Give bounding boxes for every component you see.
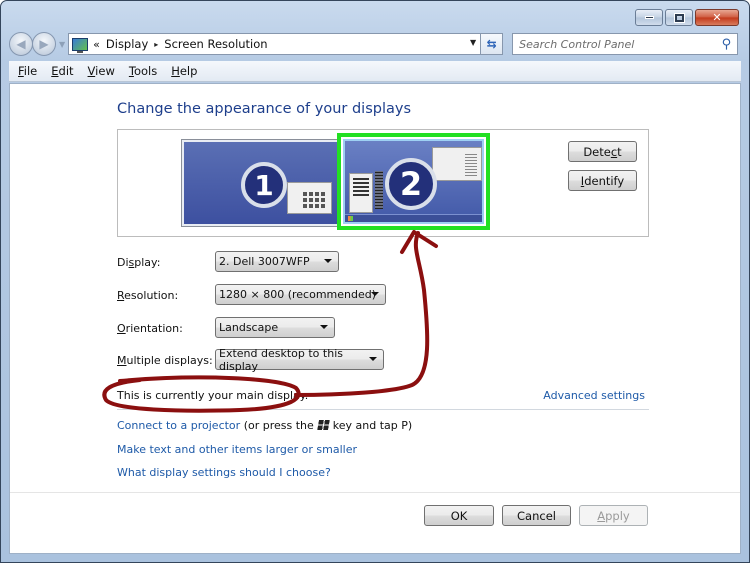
identify-button[interactable]: Identify (568, 170, 637, 191)
orientation-label: Orientation: (117, 322, 183, 335)
menu-tools[interactable]: Tools (129, 64, 157, 78)
address-bar[interactable]: « Display ▸ Screen Resolution ▼ (68, 33, 482, 55)
menu-bar: File Edit View Tools Help (9, 61, 741, 82)
display-label: Display: (117, 256, 161, 269)
window-controls: ✕ (635, 9, 739, 26)
menu-file[interactable]: File (18, 64, 37, 78)
display-select[interactable]: 2. Dell 3007WFP (215, 251, 339, 272)
search-icon[interactable]: ⚲ (722, 37, 732, 52)
page-title: Change the appearance of your displays (117, 101, 412, 117)
display-help-link[interactable]: What display settings should I choose? (117, 466, 331, 479)
monitor-number-badge: 1 (241, 162, 287, 208)
monitor-2-selection-outline: 2 (337, 133, 490, 230)
menu-help[interactable]: Help (171, 64, 197, 78)
apply-button[interactable]: Apply (579, 505, 648, 526)
back-button[interactable]: ◀ (9, 32, 33, 56)
breadcrumb-screen-resolution[interactable]: Screen Resolution (164, 37, 267, 51)
control-panel-icon (72, 37, 89, 53)
forward-arrow-icon: ▶ (39, 37, 49, 51)
search-placeholder: Search Control Panel (519, 37, 635, 51)
list-window-icon (349, 173, 373, 213)
monitor-arrangement-panel: 1 2 Dete c t Identify (117, 129, 649, 237)
text-size-link[interactable]: Make text and other items larger or smal… (117, 443, 357, 456)
refresh-icon: ⇆ (486, 37, 497, 51)
maximize-icon (673, 12, 685, 23)
orientation-select[interactable]: Landscape (215, 317, 335, 338)
resolution-label: Resolution: (117, 289, 179, 302)
projector-line: Connect to a projector (or press the key … (117, 419, 413, 432)
document-window-icon (432, 147, 482, 181)
windows-key-icon (316, 420, 330, 430)
back-arrow-icon: ◀ (16, 37, 26, 51)
footer-divider (10, 492, 740, 493)
ok-button[interactable]: OK (424, 505, 494, 526)
monitor-1[interactable]: 1 (182, 140, 340, 226)
window-frame: ✕ ◀ ▶ ▼ « Display ▸ Screen Resolution ▼ … (0, 0, 750, 563)
close-button[interactable]: ✕ (695, 9, 739, 26)
chevron-down-icon (369, 357, 377, 361)
connect-projector-link[interactable]: Connect to a projector (117, 419, 240, 432)
breadcrumb-separator-icon[interactable]: ▸ (154, 40, 158, 49)
menu-view[interactable]: View (88, 64, 115, 78)
resolution-select[interactable]: 1280 × 800 (recommended) (215, 284, 386, 305)
slider-icon (375, 171, 383, 209)
advanced-settings-link[interactable]: Advanced settings (543, 389, 645, 402)
main-display-status: This is currently your main display. (117, 389, 309, 402)
minimize-button[interactable] (635, 9, 663, 26)
multiple-displays-select[interactable]: Extend desktop to this display (215, 347, 384, 373)
chevron-down-icon (324, 259, 332, 263)
refresh-button[interactable]: ⇆ (481, 33, 504, 55)
keypad-window-icon (287, 182, 332, 214)
chevron-down-icon (320, 325, 328, 329)
recent-pages-dropdown[interactable]: ▼ (59, 40, 65, 49)
monitor-number-badge: 2 (385, 158, 437, 210)
navigation-bar: ◀ ▶ ▼ « Display ▸ Screen Resolution ▼ ⇆ … (9, 31, 741, 57)
breadcrumb-overflow[interactable]: « (93, 38, 100, 51)
multiple-displays-label: Multiple displays: (117, 354, 213, 367)
forward-button[interactable]: ▶ (32, 32, 56, 56)
breadcrumb-display[interactable]: Display (106, 37, 148, 51)
maximize-button[interactable] (665, 9, 693, 26)
content-area: Change the appearance of your displays 1… (9, 83, 741, 554)
close-icon: ✕ (712, 11, 722, 24)
cancel-button[interactable]: Cancel (502, 505, 571, 526)
chevron-down-icon (371, 292, 379, 296)
section-divider (117, 409, 649, 410)
monitor-2[interactable]: 2 (343, 139, 484, 224)
menu-edit[interactable]: Edit (51, 64, 73, 78)
address-dropdown-icon[interactable]: ▼ (470, 38, 476, 47)
search-input[interactable]: Search Control Panel ⚲ (512, 33, 739, 55)
taskbar-icon (345, 214, 482, 222)
detect-button[interactable]: Dete c t (568, 141, 637, 162)
minimize-icon (644, 16, 654, 19)
